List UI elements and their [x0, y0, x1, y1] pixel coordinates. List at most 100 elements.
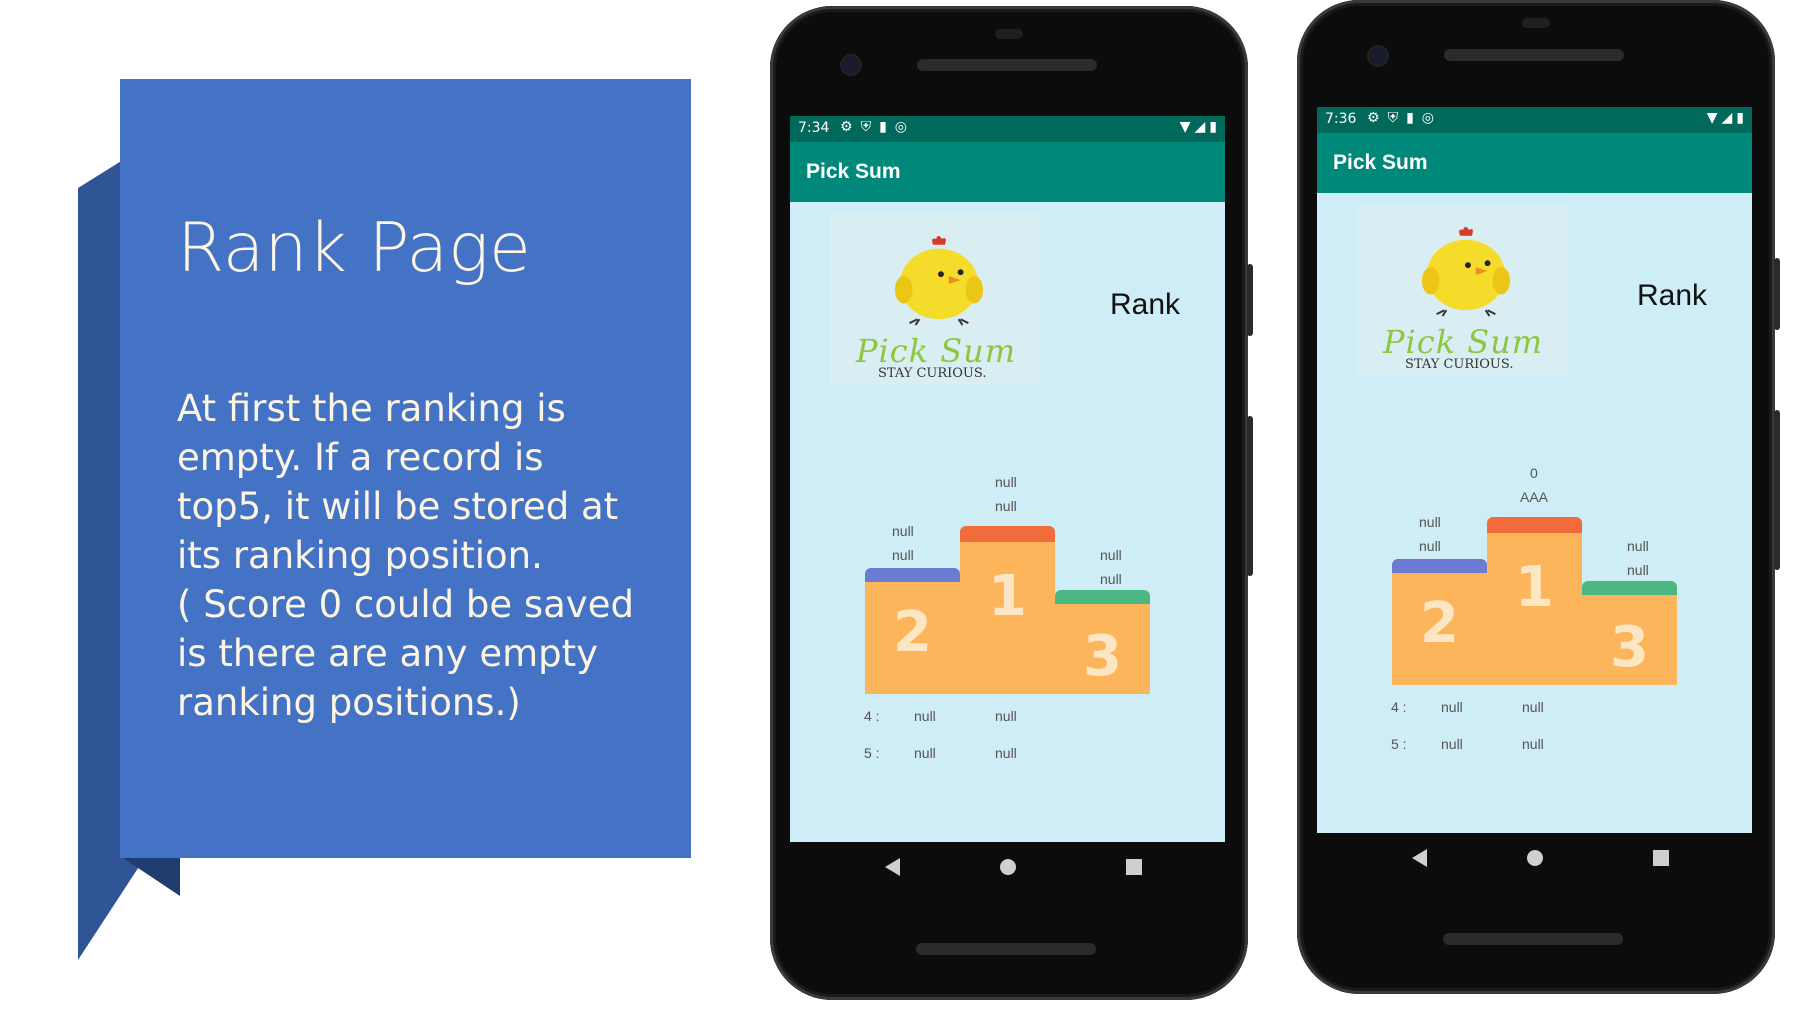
logo-text: Pick Sum — [1383, 323, 1544, 361]
phone-2: 7:36 ⚙ ⛨ ▮ ◎ ▼ ◢ ▮ Pick Sum Pick Sum STA… — [1297, 0, 1780, 994]
logo-image: Pick Sum STAY CURIOUS. — [1357, 205, 1567, 375]
phone-1: 7:34 ⚙ ⛨ ▮ ◎ ▼ ◢ ▮ Pick Sum Pick Sum STA… — [770, 6, 1253, 1000]
sensor — [995, 29, 1023, 39]
status-bar: 7:34 ⚙ ⛨ ▮ ◎ ▼ ◢ ▮ — [790, 116, 1225, 142]
podium-third: 3 — [1055, 604, 1150, 694]
back-icon[interactable] — [885, 858, 900, 876]
top-speaker — [917, 59, 1097, 71]
wifi-icon: ▼ — [1179, 119, 1191, 135]
first-place-name: AAA — [1520, 489, 1549, 505]
settings-icon: ⚙ — [840, 119, 853, 135]
shield-icon: ⛨ — [860, 119, 872, 135]
status-time: 7:36 — [1325, 111, 1357, 127]
row5-label: 5 : — [864, 745, 880, 761]
row4-name: null — [995, 708, 1017, 724]
slide-title: Rank Page — [177, 209, 531, 288]
third-place-name: null — [1627, 562, 1649, 578]
row4-label: 4 : — [864, 708, 880, 724]
chick-icon — [1421, 227, 1511, 317]
row5-score: null — [1441, 736, 1463, 752]
at-icon: ◎ — [894, 119, 907, 135]
signal-icon: ◢ — [1721, 110, 1733, 126]
podium-first: 1 — [1487, 533, 1582, 685]
podium-second: 2 — [865, 582, 960, 694]
sensor — [1522, 18, 1550, 28]
volume-button — [1774, 410, 1780, 570]
status-icons: ⚙ ⛨ ▮ ◎ — [1367, 110, 1434, 126]
nav-bar — [790, 842, 1225, 894]
row5-name: null — [1522, 736, 1544, 752]
row5-name: null — [995, 745, 1017, 761]
row4-score: null — [914, 708, 936, 724]
logo-tagline: STAY CURIOUS. — [878, 366, 987, 381]
podium-label-1: 1 — [1515, 555, 1554, 620]
podium-first: 1 — [960, 542, 1055, 694]
wifi-icon: ▼ — [1706, 110, 1718, 126]
phone-2-screen: 7:36 ⚙ ⛨ ▮ ◎ ▼ ◢ ▮ Pick Sum Pick Sum STA… — [1317, 107, 1752, 833]
rank-heading: Rank — [1637, 279, 1708, 312]
front-camera — [842, 56, 860, 74]
status-bar: 7:36 ⚙ ⛨ ▮ ◎ ▼ ◢ ▮ — [1317, 107, 1752, 133]
bottom-speaker — [1443, 933, 1623, 945]
podium-third: 3 — [1582, 595, 1677, 685]
first-place-name: null — [995, 498, 1017, 514]
podium-label-3: 3 — [1083, 624, 1122, 689]
logo-image: Pick Sum STAY CURIOUS. — [830, 214, 1040, 384]
row5-score: null — [914, 745, 936, 761]
app-title: Pick Sum — [1333, 151, 1428, 174]
status-time: 7:34 — [798, 120, 830, 136]
second-place-name: null — [892, 547, 914, 563]
podium-label-2: 2 — [1420, 591, 1459, 656]
home-icon[interactable] — [1527, 850, 1543, 866]
back-icon[interactable] — [1412, 849, 1427, 867]
third-place-score: null — [1100, 547, 1122, 563]
home-icon[interactable] — [1000, 859, 1016, 875]
logo-tagline: STAY CURIOUS. — [1405, 357, 1514, 372]
sd-card-icon: ▮ — [1406, 110, 1414, 126]
podium-second: 2 — [1392, 573, 1487, 685]
at-icon: ◎ — [1421, 110, 1434, 126]
signal-icon: ◢ — [1194, 119, 1206, 135]
podium-label-3: 3 — [1610, 615, 1649, 680]
power-button — [1247, 264, 1253, 336]
battery-icon: ▮ — [1736, 110, 1744, 126]
second-place-name: null — [1419, 538, 1441, 554]
nav-bar — [1317, 833, 1752, 885]
power-button — [1774, 258, 1780, 330]
third-place-name: null — [1100, 571, 1122, 587]
podium-label-1: 1 — [988, 564, 1027, 629]
first-place-score: null — [995, 474, 1017, 490]
battery-icon: ▮ — [1209, 119, 1217, 135]
recents-icon[interactable] — [1653, 850, 1669, 866]
phone-1-screen: 7:34 ⚙ ⛨ ▮ ◎ ▼ ◢ ▮ Pick Sum Pick Sum STA… — [790, 116, 1225, 842]
banner: Rank Page At first the ranking is empty.… — [120, 79, 691, 858]
row4-score: null — [1441, 699, 1463, 715]
third-place-score: null — [1627, 538, 1649, 554]
sd-card-icon: ▮ — [879, 119, 887, 135]
app-title: Pick Sum — [806, 160, 901, 183]
rank-heading: Rank — [1110, 288, 1181, 321]
slide: Rank Page At first the ranking is empty.… — [0, 0, 1793, 1009]
row4-name: null — [1522, 699, 1544, 715]
slide-body: At first the ranking is empty. If a reco… — [177, 387, 634, 724]
podium-label-2: 2 — [893, 600, 932, 665]
chick-icon — [894, 236, 984, 326]
volume-button — [1247, 416, 1253, 576]
front-camera — [1369, 47, 1387, 65]
app-bar: Pick Sum — [790, 142, 1225, 202]
second-place-score: null — [892, 523, 914, 539]
row4-label: 4 : — [1391, 699, 1407, 715]
settings-icon: ⚙ — [1367, 110, 1380, 126]
top-speaker — [1444, 49, 1624, 61]
first-place-score: 0 — [1530, 465, 1538, 481]
system-icons: ▼ ◢ ▮ — [1707, 110, 1744, 126]
row5-label: 5 : — [1391, 736, 1407, 752]
second-place-score: null — [1419, 514, 1441, 530]
status-icons: ⚙ ⛨ ▮ ◎ — [840, 119, 907, 135]
bottom-speaker — [916, 943, 1096, 955]
app-bar: Pick Sum — [1317, 133, 1752, 193]
system-icons: ▼ ◢ ▮ — [1180, 119, 1217, 135]
logo-text: Pick Sum — [856, 332, 1017, 370]
recents-icon[interactable] — [1126, 859, 1142, 875]
shield-icon: ⛨ — [1387, 110, 1399, 126]
